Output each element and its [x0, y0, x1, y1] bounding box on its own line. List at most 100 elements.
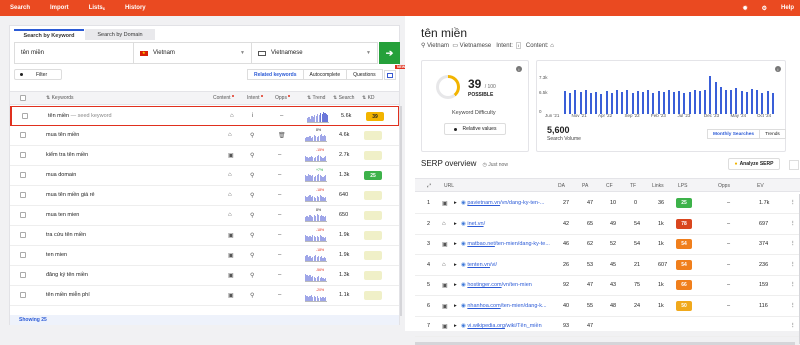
nav-search[interactable]: Search: [10, 5, 30, 11]
da-cell: 42: [563, 220, 570, 227]
more-options-icon[interactable]: ⋮: [790, 262, 796, 268]
serp-url-link[interactable]: ◉ nhanhoa.com/ten-mien/dang-k...: [461, 303, 547, 309]
keyword-cell[interactable]: mua tên miền: [46, 132, 79, 138]
expand-all-icon[interactable]: ⤢: [427, 183, 431, 189]
keyword-cell[interactable]: tên miền — seed keyword: [48, 113, 112, 119]
serp-url-link[interactable]: ◉ vi.wikipedia.org/wiki/Tên_miền: [461, 323, 542, 329]
row-checkbox[interactable]: [20, 292, 26, 298]
table-scrollbar[interactable]: [400, 106, 402, 316]
help-link[interactable]: Help: [781, 5, 794, 11]
gear-icon[interactable]: ⚙: [762, 5, 767, 12]
keyword-cell[interactable]: tra cứu tên miền: [46, 232, 86, 238]
table-row[interactable]: mua tên miền ⌂ ⚲ 🗑 8% 4.6k: [10, 126, 399, 146]
tab-search-by-domain[interactable]: Search by Domain: [85, 29, 155, 40]
serp-row[interactable]: 7 ▣ ▸ ◉ vi.wikipedia.org/wiki/Tên_miền 93 47 ⋮: [415, 317, 800, 337]
serp-row[interactable]: 1 ▣ ▸ ◉ pavietnam.vn/vn/dang-ky-ten-... 27 47…: [415, 194, 800, 214]
star-icon[interactable]: ✹: [743, 5, 748, 12]
more-options-icon[interactable]: ⋮: [790, 241, 796, 247]
keyword-cell[interactable]: kiểm tra tên miền: [46, 152, 88, 158]
info-icon[interactable]: i: [516, 66, 522, 72]
table-row[interactable]: mua tên miền giá rẻ ⌂ ⚲ – -18% 640: [10, 186, 399, 206]
serp-export-button[interactable]: [789, 160, 799, 170]
row-checkbox[interactable]: [20, 272, 26, 278]
serp-row[interactable]: 6 ▣ ▸ ◉ nhanhoa.com/ten-mien/dang-k... 40 55 4…: [415, 297, 800, 317]
table-row[interactable]: mua ten mien ⌂ ⚲ – 8% 650: [10, 206, 399, 226]
table-row[interactable]: tên miền miễn phí ▣ ⚲ – -20% 1.1k: [10, 286, 399, 306]
col-opps[interactable]: Opps: [275, 95, 290, 101]
kd-badge: [364, 211, 382, 220]
kd-badge: [364, 151, 382, 160]
more-options-icon[interactable]: ⋮: [790, 282, 796, 288]
keyword-cell[interactable]: tên miền miễn phí: [46, 292, 90, 298]
table-row[interactable]: ten mien ▣ ⚲ – -18% 1.9k: [10, 246, 399, 266]
tab-related-keywords[interactable]: Related keywords: [247, 69, 304, 80]
expand-row-icon[interactable]: ▸: [454, 323, 457, 329]
analyze-serp-button[interactable]: ● Analyze SERP: [728, 158, 780, 170]
keyword-cell[interactable]: đăng ký tên miền: [46, 272, 88, 278]
row-checkbox[interactable]: [20, 152, 26, 158]
row-checkbox[interactable]: [20, 232, 26, 238]
info-icon[interactable]: i: [775, 66, 781, 72]
volume-bar: [631, 92, 634, 114]
serp-url-link[interactable]: ◉ hostinger.com/vn/ten-mien: [461, 282, 532, 288]
expand-row-icon[interactable]: ▸: [454, 282, 457, 288]
keyword-cell[interactable]: mua ten mien: [46, 212, 79, 218]
col-search[interactable]: ⇅ Search: [333, 95, 354, 101]
more-options-icon[interactable]: ⋮: [790, 323, 796, 329]
relative-values-toggle[interactable]: Relative values: [444, 123, 506, 135]
serp-url-link[interactable]: ◉ tenten.vn/vi/: [461, 262, 497, 268]
row-checkbox[interactable]: [20, 132, 26, 138]
keyword-cell[interactable]: mua tên miền giá rẻ: [46, 192, 95, 198]
tab-questions[interactable]: Questions: [346, 69, 383, 80]
tab-monthly-searches[interactable]: Monthly Searches: [707, 129, 761, 139]
keyword-cell[interactable]: mua domain: [46, 172, 76, 178]
table-row[interactable]: tra cứu tên miền ▣ ⚲ – -18% 1.9k: [10, 226, 399, 246]
volume-bar: [579, 91, 582, 114]
col-keywords[interactable]: ⇅ Keywords: [46, 95, 74, 101]
expand-row-icon[interactable]: ▸: [454, 200, 457, 206]
serp-row[interactable]: 5 ▣ ▸ ◉ hostinger.com/vn/ten-mien 92 47 43 75 1k…: [415, 276, 800, 296]
row-checkbox[interactable]: [20, 172, 26, 178]
expand-row-icon[interactable]: ▸: [454, 241, 457, 247]
expand-row-icon[interactable]: ▸: [454, 262, 457, 268]
serp-row[interactable]: 3 ▣ ▸ ◉ matbao.net/ten-mien/dang-ky-te... 46…: [415, 235, 800, 255]
col-trend[interactable]: ⇅ Trend: [307, 95, 325, 101]
row-checkbox[interactable]: [20, 212, 26, 218]
serp-url-link[interactable]: ◉ inet.vn/: [461, 221, 485, 227]
serp-url-link[interactable]: ◉ matbao.net/ten-mien/dang-ky-te...: [461, 241, 550, 247]
more-options-icon[interactable]: ⋮: [790, 303, 796, 309]
serp-url-link[interactable]: ◉ pavietnam.vn/vn/dang-ky-ten-...: [461, 200, 544, 206]
row-checkbox[interactable]: [20, 192, 26, 198]
keyword-cell[interactable]: ten mien: [46, 252, 67, 258]
serp-row[interactable]: 4 ⌂ ▸ ◉ tenten.vn/vi/26 53 45 21 607 54 – 236 ⋮: [415, 256, 800, 276]
tab-trends[interactable]: Trends: [759, 129, 786, 139]
serp-row[interactable]: 2 ⌂ ▸ ◉ inet.vn/42 65 49 54 1k 78–697 ⋮: [415, 215, 800, 235]
col-intent[interactable]: Intent: [247, 95, 263, 101]
table-row[interactable]: mua domain ⌂ ⚲ – +7% 1.3k 25: [10, 166, 399, 186]
row-checkbox[interactable]: [20, 252, 26, 258]
more-options-icon[interactable]: ⋮: [790, 221, 796, 227]
col-kd[interactable]: ⇅ KD: [362, 95, 375, 101]
tab-autocomplete[interactable]: Autocomplete: [302, 69, 348, 80]
nav-history[interactable]: History: [125, 5, 146, 11]
row-checkbox[interactable]: [22, 113, 28, 119]
tab-search-by-keyword[interactable]: Search by Keyword: [14, 29, 84, 40]
keyword-input[interactable]: tên miền: [14, 42, 134, 64]
select-all-checkbox[interactable]: [20, 95, 26, 101]
table-row[interactable]: đăng ký tên miền ▣ ⚲ – -56% 1.3k: [10, 266, 399, 286]
export-button[interactable]: [384, 70, 396, 80]
filter-button[interactable]: Filter: [14, 69, 62, 80]
nav-lists[interactable]: Lists 6: [89, 5, 105, 11]
search-volume-cell: 1.1k: [339, 292, 350, 298]
nav-import[interactable]: Import: [50, 5, 69, 11]
expand-row-icon[interactable]: ▸: [454, 221, 457, 227]
expand-row-icon[interactable]: ▸: [454, 303, 457, 309]
more-options-icon[interactable]: ⋮: [790, 200, 796, 206]
col-content[interactable]: Content: [213, 95, 234, 101]
table-row[interactable]: tên miền — seed keyword ⌂ i – 5.6k 39: [10, 106, 399, 126]
language-select[interactable]: Vietnamese ▼: [252, 42, 378, 64]
toggle-icon: [453, 127, 457, 131]
table-row[interactable]: kiểm tra tên miền ▣ ⚲ – -15% 2.7k: [10, 146, 399, 166]
location-select[interactable]: Vietnam ▼: [134, 42, 252, 64]
search-submit-button[interactable]: ➔: [379, 42, 400, 64]
